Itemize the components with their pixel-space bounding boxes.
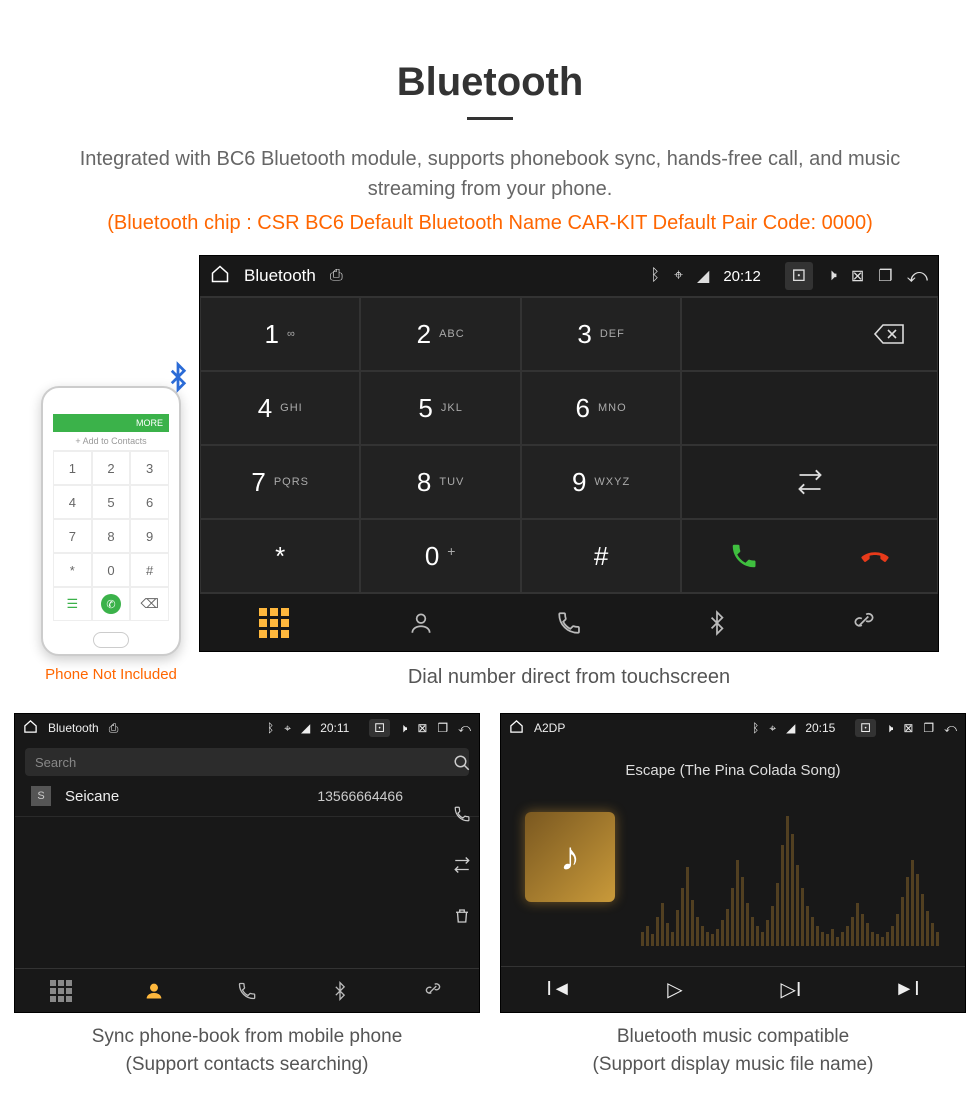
contacts-caption: Sync phone-book from mobile phone(Suppor… (14, 1023, 480, 1078)
search-icon[interactable] (453, 754, 471, 777)
bluetooth-status-icon: ᛒ (752, 721, 759, 735)
key-2[interactable]: 2ABC (360, 297, 520, 371)
subtitle-text: Integrated with BC6 Bluetooth module, su… (50, 144, 930, 204)
screen-title: Bluetooth (48, 721, 99, 735)
music-screen: A2DP ᛒ ⌖ ◢ 20:15 ⚀ 🕨 ⊠ ❐ ⤺ Escape (The P… (500, 713, 966, 1013)
contact-row[interactable]: S Seicane 13566664466 (15, 776, 479, 817)
location-icon: ⌖ (284, 721, 291, 736)
visualizer (641, 802, 945, 946)
close-square-icon[interactable]: ⊠ (417, 721, 427, 735)
tab-pair[interactable] (386, 969, 479, 1012)
wifi-icon: ◢ (786, 721, 795, 735)
phone-add-contacts: + Add to Contacts (53, 432, 169, 451)
key-9[interactable]: 9WXYZ (521, 445, 681, 519)
close-square-icon[interactable]: ⊠ (851, 266, 864, 286)
page-title: Bluetooth (0, 60, 980, 105)
title-divider (467, 117, 513, 120)
track-title: Escape (The Pina Colada Song) (501, 762, 965, 779)
clock: 20:12 (723, 268, 761, 285)
recent-apps-icon[interactable]: ❐ (437, 721, 448, 735)
back-icon[interactable]: ⤺ (907, 265, 928, 288)
phone-mock: MORE + Add to Contacts 123 456 789 *0# ☰… (41, 386, 181, 713)
music-caption: Bluetooth music compatible(Support displ… (500, 1023, 966, 1078)
phone-keypad: 123 456 789 *0# ☰✆⌫ (53, 451, 169, 621)
key-4[interactable]: 4GHI (200, 371, 360, 445)
wifi-icon: ◢ (301, 721, 310, 735)
contacts-screen: Bluetooth ⎙ ᛒ ⌖ ◢ 20:11 ⚀ 🕨 ⊠ ❐ ⤺ Search… (14, 713, 480, 1013)
contact-number: 13566664466 (317, 788, 403, 804)
volume-icon[interactable]: 🕨 (886, 721, 894, 736)
key-1[interactable]: 1∞ (200, 297, 360, 371)
tab-bluetooth[interactable] (293, 969, 386, 1012)
screenshot-icon[interactable]: ⚀ (369, 719, 389, 737)
home-icon[interactable] (23, 719, 38, 737)
volume-icon[interactable]: 🕨 (400, 721, 408, 736)
screenshot-icon[interactable]: ⚀ (785, 262, 813, 290)
tab-bluetooth[interactable] (643, 594, 791, 651)
key-3[interactable]: 3DEF (521, 297, 681, 371)
phone-top-bar: MORE (53, 414, 169, 432)
call-button[interactable] (682, 541, 805, 571)
phone-caption: Phone Not Included (41, 666, 181, 683)
end-call-button[interactable] (814, 541, 937, 571)
key-hash[interactable]: # (521, 519, 681, 593)
call-actions (681, 519, 938, 593)
swap-key[interactable] (681, 445, 938, 519)
usb-icon: ⎙ (109, 721, 119, 736)
album-art-icon: ♪ (525, 812, 615, 902)
back-icon[interactable]: ⤺ (944, 721, 957, 736)
bluetooth-signal-icon (163, 360, 193, 400)
recent-apps-icon[interactable]: ❐ (923, 721, 934, 735)
spec-text: (Bluetooth chip : CSR BC6 Default Blueto… (0, 212, 980, 235)
tab-recents[interactable] (495, 594, 643, 651)
home-icon[interactable] (210, 264, 230, 289)
home-icon[interactable] (509, 719, 524, 737)
back-icon[interactable]: ⤺ (458, 721, 471, 736)
contact-initial: S (31, 786, 51, 806)
side-blank-1 (681, 371, 938, 445)
delete-icon[interactable] (453, 907, 471, 930)
tab-pair[interactable] (790, 594, 938, 651)
bluetooth-status-icon: ᛒ (650, 267, 660, 285)
volume-icon[interactable]: 🕨 (827, 267, 837, 285)
usb-icon: ⎙ (330, 267, 343, 285)
tab-recents[interactable] (201, 969, 294, 1012)
prev-button[interactable]: I◄ (501, 967, 617, 1012)
key-0[interactable]: 0+ (360, 519, 520, 593)
recent-apps-icon[interactable]: ❐ (878, 266, 892, 286)
dialer-screen: Bluetooth ⎙ ᛒ ⌖ ◢ 20:12 ⚀ 🕨 ⊠ ❐ ⤺ 1∞ 2AB… (199, 255, 939, 652)
location-icon: ⌖ (674, 267, 683, 285)
phone-home-button (93, 632, 129, 648)
key-6[interactable]: 6MNO (521, 371, 681, 445)
next-button[interactable]: ►I (849, 967, 965, 1012)
play-button[interactable]: ▷ (617, 967, 733, 1012)
wifi-icon: ◢ (697, 266, 709, 286)
key-7[interactable]: 7PQRS (200, 445, 360, 519)
close-square-icon[interactable]: ⊠ (903, 721, 913, 735)
screenshot-icon[interactable]: ⚀ (855, 719, 875, 737)
location-icon: ⌖ (769, 721, 776, 736)
backspace-key[interactable] (681, 297, 938, 371)
tab-contacts[interactable] (108, 969, 201, 1012)
tab-keypad[interactable] (15, 969, 108, 1012)
key-5[interactable]: 5JKL (360, 371, 520, 445)
call-icon[interactable] (453, 805, 471, 828)
key-8[interactable]: 8TUV (360, 445, 520, 519)
tab-keypad[interactable] (200, 594, 348, 651)
key-star[interactable]: * (200, 519, 360, 593)
bluetooth-status-icon: ᛒ (267, 721, 274, 735)
search-input[interactable]: Search (25, 748, 469, 776)
pause-button[interactable]: ▷I (733, 967, 849, 1012)
screen-title: Bluetooth (244, 266, 316, 286)
clock: 20:15 (805, 721, 835, 735)
tab-contacts[interactable] (348, 594, 496, 651)
main-caption: Dial number direct from touchscreen (199, 666, 939, 689)
screen-title: A2DP (534, 721, 565, 735)
clock: 20:11 (320, 721, 349, 735)
contact-name: Seicane (65, 788, 119, 805)
sync-icon[interactable] (453, 856, 471, 879)
